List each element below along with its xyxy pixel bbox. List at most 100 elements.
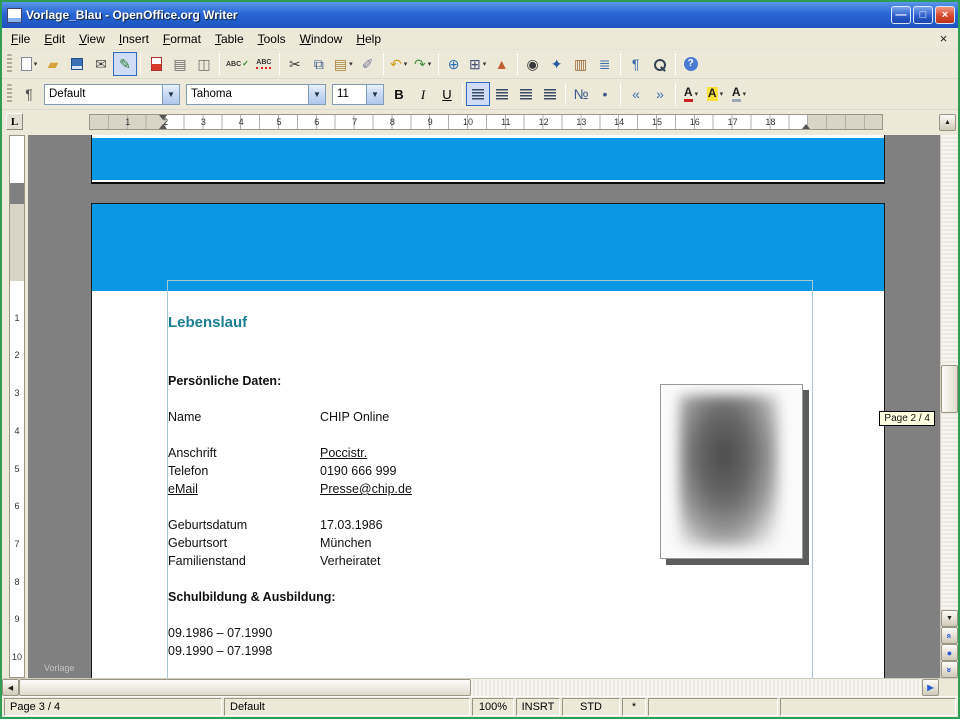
menu-edit[interactable]: Edit [37,29,72,49]
toolbar-grip[interactable] [7,54,12,74]
status-pane-2[interactable]: Default [224,698,470,716]
open-button[interactable]: ▰ [41,52,65,76]
new-document-dropdown-arrow[interactable]: ▾ [34,60,38,68]
menu-format[interactable]: Format [156,29,208,49]
italic-button[interactable]: I [411,82,435,106]
menu-file[interactable]: File [4,29,37,49]
styles-and-formatting-button[interactable]: ¶ [17,82,41,106]
auto-spellcheck-button[interactable] [252,52,276,76]
status-pane-3[interactable]: 100% [472,698,514,716]
menu-view[interactable]: View [72,29,112,49]
bullets-button[interactable]: • [593,82,617,106]
bold-button[interactable]: B [387,82,411,106]
export-as-pdf-button[interactable] [144,52,168,76]
numbering-button[interactable]: № [569,82,593,106]
increase-indent-button[interactable]: » [648,82,672,106]
find-replace-button[interactable]: ◉ [521,52,545,76]
navigator-button[interactable]: ✦ [545,52,569,76]
copy-button[interactable]: ⧉ [307,52,331,76]
align-right-button[interactable] [514,82,538,106]
status-pane-7[interactable] [648,698,778,716]
hyperlink-button[interactable]: ⊕ [442,52,466,76]
vertical-ruler[interactable]: 12345678910 [2,135,28,678]
chevron-down-icon[interactable]: ▼ [366,85,383,104]
menu-help[interactable]: Help [349,29,388,49]
status-pane-1[interactable]: Page 3 / 4 [4,698,222,716]
undo-button[interactable]: ↶▾ [387,52,411,76]
highlighting-button[interactable]: A▾ [703,82,727,106]
font-name-select[interactable]: Tahoma ▼ [186,84,326,105]
previous-page-button[interactable]: « [941,627,958,644]
font-size-select[interactable]: 11 ▼ [332,84,384,105]
justified-button[interactable] [538,82,562,106]
paste-button[interactable]: ▤▾ [331,52,356,76]
print-button[interactable]: ▤ [168,52,192,76]
chevron-down-icon[interactable]: ▼ [308,85,325,104]
redo-button[interactable]: ↷▾ [411,52,435,76]
decrease-indent-button[interactable]: « [624,82,648,106]
horizontal-scroll-thumb[interactable] [19,679,471,696]
toolbar-grip[interactable] [7,84,12,104]
align-center-button[interactable] [490,82,514,106]
next-page-button[interactable]: » [941,661,958,678]
page-preview-button[interactable]: ◫ [192,52,216,76]
scroll-up-button[interactable]: ▲ [939,114,956,131]
status-pane-6[interactable]: * [622,698,646,716]
photo-frame[interactable] [660,384,803,559]
cut-button[interactable]: ✂ [283,52,307,76]
edit-file-button[interactable]: ✎ [113,52,137,76]
underline-button[interactable]: U [435,82,459,106]
scroll-right-button[interactable]: ▶ [922,679,939,696]
doc-value[interactable]: Presse@chip.de [320,482,412,496]
gallery-button[interactable]: ▥ [569,52,593,76]
tab-type-selector[interactable]: L [6,113,23,130]
insert-table-dropdown-arrow[interactable]: ▾ [483,60,487,68]
help-button[interactable]: ? [679,52,703,76]
vertical-scroll-track[interactable] [941,135,958,610]
doc-value[interactable]: Poccistr. [320,446,367,460]
background-color-button[interactable]: A▾ [727,82,751,106]
vertical-scrollbar[interactable]: ▼ « ● » [940,135,958,678]
align-left-button[interactable] [466,82,490,106]
draw-functions-button[interactable]: ▲ [490,52,514,76]
font-color-dropdown-arrow[interactable]: ▾ [695,90,699,98]
status-pane-5[interactable]: STD [562,698,620,716]
spellcheck-button[interactable] [223,52,252,76]
background-color-dropdown-arrow[interactable]: ▾ [743,90,747,98]
menu-table[interactable]: Table [208,29,251,49]
title-bar[interactable]: Vorlage_Blau - OpenOffice.org Writer — □… [2,2,958,28]
maximize-button[interactable]: □ [913,6,933,24]
close-document-icon[interactable]: × [935,31,952,46]
insert-table-button[interactable]: ⊞▾ [466,52,490,76]
redo-dropdown-arrow[interactable]: ▾ [428,60,432,68]
vertical-scroll-thumb[interactable] [941,365,958,413]
font-color-button[interactable]: A▾ [679,82,703,106]
nonprinting-characters-button[interactable]: ¶ [624,52,648,76]
right-indent-marker[interactable] [802,124,810,129]
horizontal-scrollbar[interactable]: ◀ ▶ [2,678,958,696]
data-sources-button[interactable]: ≣ [593,52,617,76]
paragraph-style-select[interactable]: Default ▼ [44,84,180,105]
horizontal-scroll-track[interactable] [19,679,922,696]
highlighting-dropdown-arrow[interactable]: ▾ [720,90,724,98]
scroll-down-button[interactable]: ▼ [941,610,958,627]
document-canvas[interactable]: LebenslaufPersönliche Daten:NameCHIP Onl… [28,135,940,678]
new-document-button[interactable]: ▾ [17,52,41,76]
format-paintbrush-button[interactable]: ✐ [356,52,380,76]
zoom-button[interactable] [648,52,672,76]
horizontal-ruler[interactable]: 123456789101112131415161718 [89,114,883,130]
menu-tools[interactable]: Tools [251,29,293,49]
menu-insert[interactable]: Insert [112,29,156,49]
status-pane-4[interactable]: INSRT [516,698,560,716]
undo-dropdown-arrow[interactable]: ▾ [404,60,408,68]
status-pane-8[interactable] [780,698,956,716]
navigation-button[interactable]: ● [941,644,958,661]
menu-window[interactable]: Window [293,29,350,49]
document-as-email-button[interactable]: ✉ [89,52,113,76]
paste-dropdown-arrow[interactable]: ▾ [349,60,353,68]
scroll-left-button[interactable]: ◀ [2,679,19,696]
chevron-down-icon[interactable]: ▼ [162,85,179,104]
minimize-button[interactable]: — [891,6,911,24]
save-button[interactable] [65,52,89,76]
close-button[interactable]: × [935,6,955,24]
